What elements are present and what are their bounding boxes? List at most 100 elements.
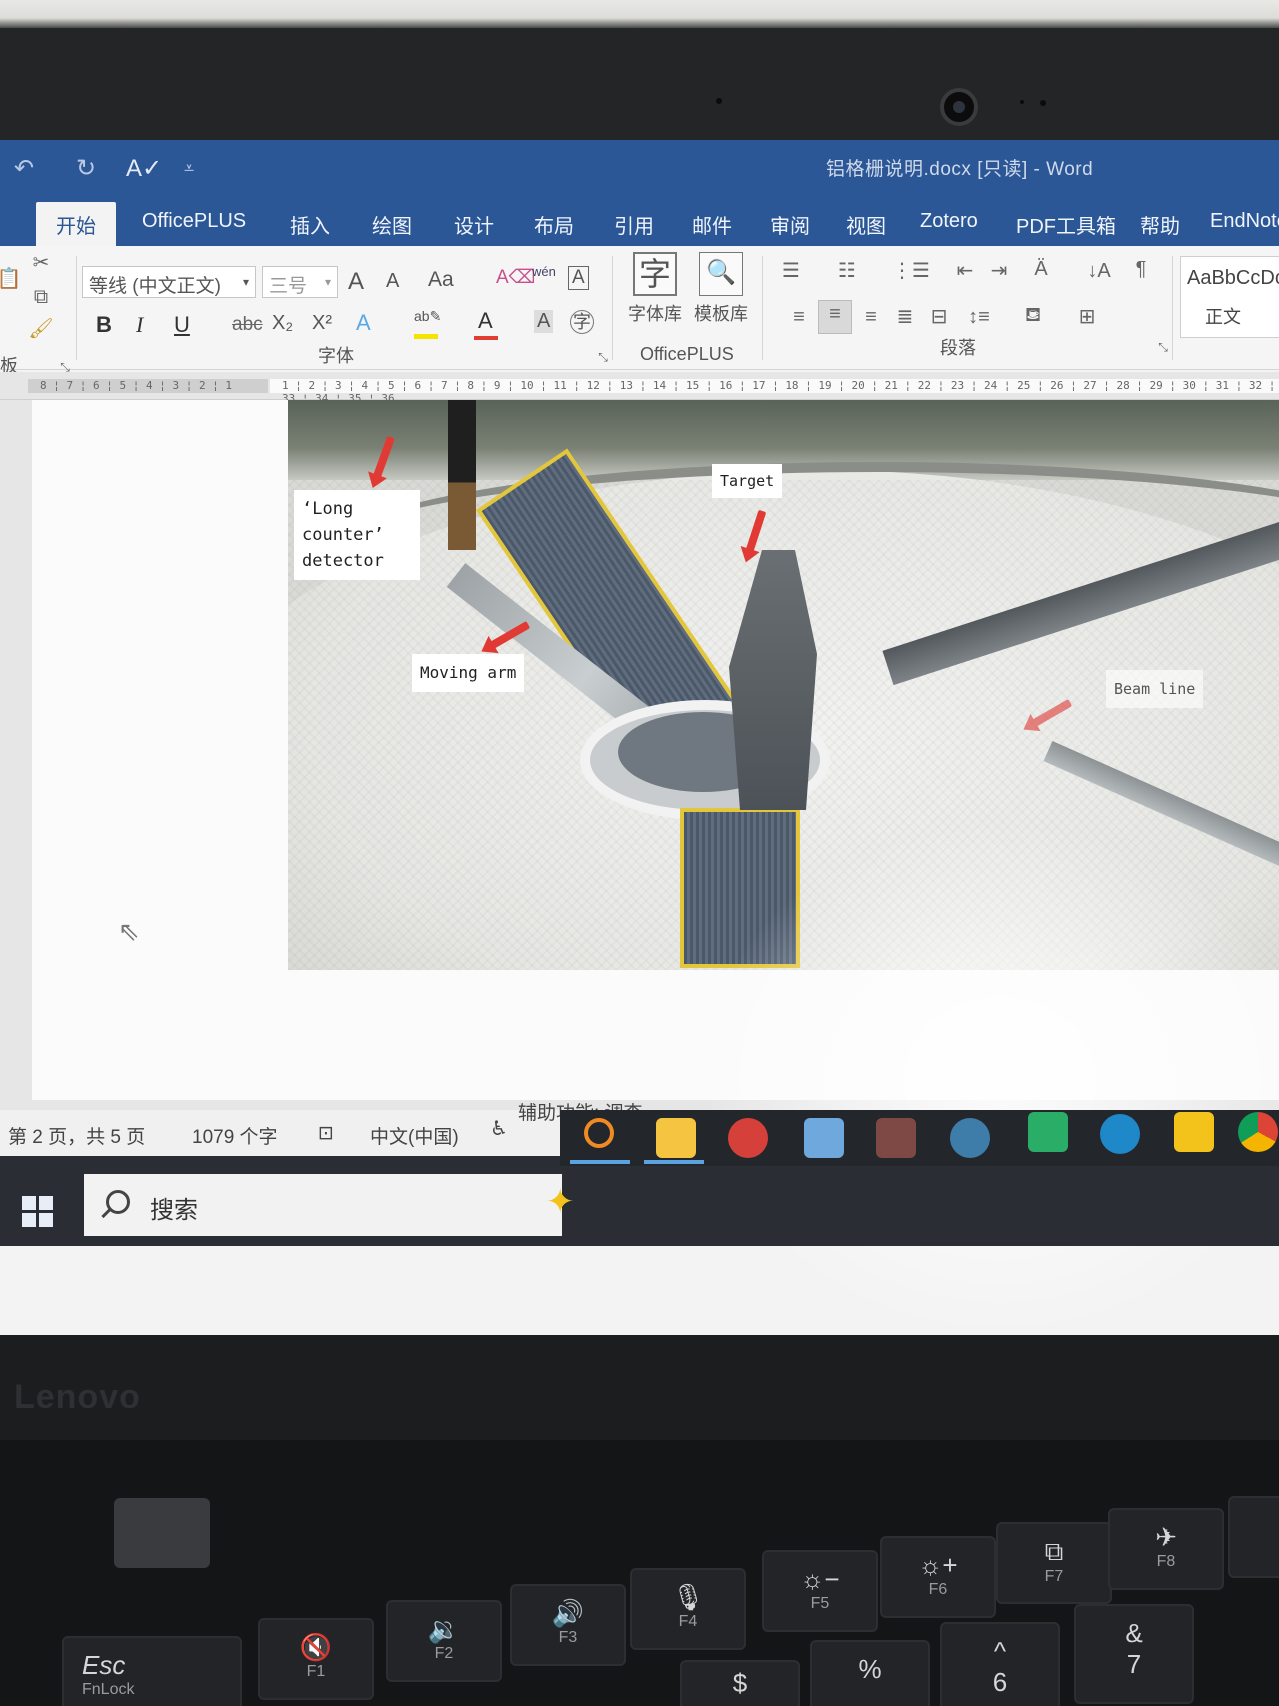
status-bar: 第 2 页，共 5 页 1079 个字 ⊡ 中文(中国) ♿ bbox=[0, 1110, 560, 1156]
enclose-characters-icon[interactable]: 字 bbox=[570, 310, 594, 334]
app-icon[interactable] bbox=[876, 1118, 916, 1158]
file-explorer-icon[interactable] bbox=[656, 1118, 696, 1158]
key-f9 bbox=[1228, 1496, 1279, 1578]
text-effects-icon[interactable]: A bbox=[356, 310, 371, 336]
language-status[interactable]: 中文(中国) bbox=[370, 1122, 459, 1149]
tab-review[interactable]: 审阅 bbox=[770, 210, 810, 239]
cut-icon[interactable]: ✂ bbox=[28, 250, 54, 276]
sensor-dot bbox=[1040, 100, 1046, 106]
phonetic-guide-button[interactable]: wén bbox=[532, 264, 556, 279]
key-f4: 🎙 F4 bbox=[630, 1568, 746, 1650]
align-center-icon[interactable]: ≡ bbox=[818, 300, 852, 334]
subscript-button[interactable]: X₂ bbox=[272, 312, 293, 335]
decrease-indent-icon[interactable]: ⇤ bbox=[952, 258, 978, 284]
tab-help[interactable]: 帮助 bbox=[1140, 210, 1180, 239]
redo-icon[interactable]: ↻ bbox=[76, 154, 96, 183]
paste-icon[interactable]: 📋 bbox=[0, 266, 22, 292]
sort-icon[interactable]: ↓A bbox=[1086, 258, 1112, 284]
font-library-button[interactable]: 字 字体库 bbox=[624, 252, 686, 326]
template-library-button[interactable]: 🔍 模板库 bbox=[690, 252, 752, 326]
tab-zotero[interactable]: Zotero bbox=[920, 210, 978, 233]
tab-pdf-toolbox[interactable]: PDF工具箱 bbox=[1016, 210, 1116, 239]
style-normal[interactable]: AaBbCcDc 正文 bbox=[1180, 256, 1279, 338]
highlight-icon[interactable]: ab✎ bbox=[414, 308, 441, 325]
multilevel-list-icon[interactable]: ⋮☰ bbox=[892, 258, 930, 284]
font-size-value: 三号 bbox=[269, 276, 308, 297]
increase-indent-icon[interactable]: ⇥ bbox=[986, 258, 1012, 284]
tab-view[interactable]: 视图 bbox=[846, 210, 886, 239]
character-border-button[interactable]: A bbox=[568, 266, 589, 290]
proofing-icon[interactable]: ⊡ bbox=[318, 1122, 334, 1145]
taskbar-search-box[interactable]: 搜索 ✦ bbox=[84, 1174, 575, 1236]
superscript-button[interactable]: X² bbox=[312, 312, 332, 335]
align-left-icon[interactable]: ≡ bbox=[786, 304, 812, 330]
show-marks-icon[interactable]: ¶ bbox=[1128, 256, 1154, 282]
font-size-combo[interactable]: 三号 ▾ bbox=[262, 266, 338, 298]
search-app-icon[interactable] bbox=[584, 1118, 614, 1148]
tab-layout[interactable]: 布局 bbox=[534, 210, 574, 239]
strikethrough-button[interactable]: abc bbox=[232, 314, 263, 336]
search-icon bbox=[106, 1190, 130, 1214]
spelling-icon[interactable]: A✓ bbox=[126, 154, 162, 183]
change-case-button[interactable]: Aa bbox=[428, 268, 454, 292]
paragraph-group-label: 段落 bbox=[940, 338, 976, 358]
copy-icon[interactable]: ⧉ bbox=[28, 284, 54, 310]
tab-references[interactable]: 引用 bbox=[614, 210, 654, 239]
key-esc: Esc FnLock bbox=[62, 1636, 242, 1706]
format-painter-icon[interactable]: 🖌 bbox=[28, 316, 54, 342]
font-name-value: 等线 (中文正文) bbox=[89, 276, 221, 297]
distributed-icon[interactable]: ⊟ bbox=[926, 304, 952, 330]
taskbar-apps-strip bbox=[560, 1110, 1279, 1166]
active-app-indicator bbox=[570, 1160, 630, 1164]
tab-draw[interactable]: 绘图 bbox=[372, 210, 412, 239]
app-icon[interactable] bbox=[950, 1118, 990, 1158]
label-moving-arm: Moving arm bbox=[412, 654, 525, 692]
label-target: Target bbox=[712, 464, 783, 498]
sensor-dot bbox=[716, 98, 722, 104]
style-name: 正文 bbox=[1205, 307, 1241, 327]
character-shading-icon[interactable]: A bbox=[534, 310, 554, 333]
align-right-icon[interactable]: ≡ bbox=[858, 304, 884, 330]
tab-design[interactable]: 设计 bbox=[454, 210, 494, 239]
borders-icon[interactable]: ⊞ bbox=[1074, 304, 1100, 330]
undo-icon[interactable]: ↶ bbox=[14, 154, 34, 183]
shrink-font-button[interactable]: A bbox=[386, 270, 399, 293]
embedded-photo[interactable]: ‘Long counter’ detector Target Moving ar… bbox=[288, 400, 1279, 970]
horizontal-ruler[interactable]: 8 ¦ 7 ¦ 6 ¦ 5 ¦ 4 ¦ 3 ¦ 2 ¦ 1 1 ¦ 2 ¦ 3 … bbox=[0, 372, 1279, 405]
snipping-tool-icon[interactable] bbox=[728, 1118, 768, 1158]
wechat-icon[interactable] bbox=[1028, 1112, 1068, 1152]
underline-button[interactable]: U bbox=[174, 312, 190, 338]
chinese-layout-icon[interactable]: Ä bbox=[1028, 256, 1054, 282]
tab-mailings[interactable]: 邮件 bbox=[692, 210, 732, 239]
bullets-icon[interactable]: ☰ bbox=[778, 258, 804, 284]
clear-formatting-icon[interactable]: A⌫ bbox=[496, 266, 536, 289]
group-divider bbox=[76, 256, 77, 360]
edge-dev-icon[interactable] bbox=[1100, 1114, 1140, 1154]
tab-endnote[interactable]: EndNote bbox=[1210, 210, 1279, 233]
font-color-icon[interactable]: A bbox=[478, 308, 493, 334]
page-count[interactable]: 第 2 页，共 5 页 bbox=[8, 1122, 145, 1149]
grow-font-button[interactable]: A bbox=[348, 268, 364, 296]
line-spacing-icon[interactable]: ↕≡ bbox=[966, 304, 992, 330]
document-canvas[interactable]: ‘Long counter’ detector Target Moving ar… bbox=[0, 400, 1279, 1335]
customize-quick-access-icon[interactable]: ⩡ bbox=[184, 158, 194, 179]
chrome-icon[interactable] bbox=[1238, 1112, 1278, 1152]
font-name-combo[interactable]: 等线 (中文正文) ▾ bbox=[82, 266, 256, 298]
italic-button[interactable]: I bbox=[136, 312, 143, 338]
app-icon[interactable] bbox=[804, 1118, 844, 1158]
word-count[interactable]: 1079 个字 bbox=[192, 1122, 278, 1149]
search-placeholder: 搜索 bbox=[150, 1197, 198, 1224]
tab-insert[interactable]: 插入 bbox=[290, 210, 330, 239]
document-page[interactable]: ‘Long counter’ detector Target Moving ar… bbox=[32, 400, 1279, 1100]
numbering-icon[interactable]: ☷ bbox=[834, 258, 860, 284]
tab-officeplus[interactable]: OfficePLUS bbox=[142, 210, 246, 233]
sticky-notes-icon[interactable] bbox=[1174, 1112, 1214, 1152]
template-library-label: 模板库 bbox=[694, 304, 748, 324]
font-group-label: 字体 bbox=[318, 346, 354, 366]
justify-icon[interactable]: ≣ bbox=[892, 304, 918, 330]
tab-home[interactable]: 开始 bbox=[36, 202, 116, 246]
bold-button[interactable]: B bbox=[96, 312, 112, 338]
shading-icon[interactable]: ⛾ bbox=[1020, 302, 1046, 328]
accessibility-icon: ♿ bbox=[490, 1118, 508, 1140]
start-button[interactable] bbox=[22, 1196, 54, 1228]
